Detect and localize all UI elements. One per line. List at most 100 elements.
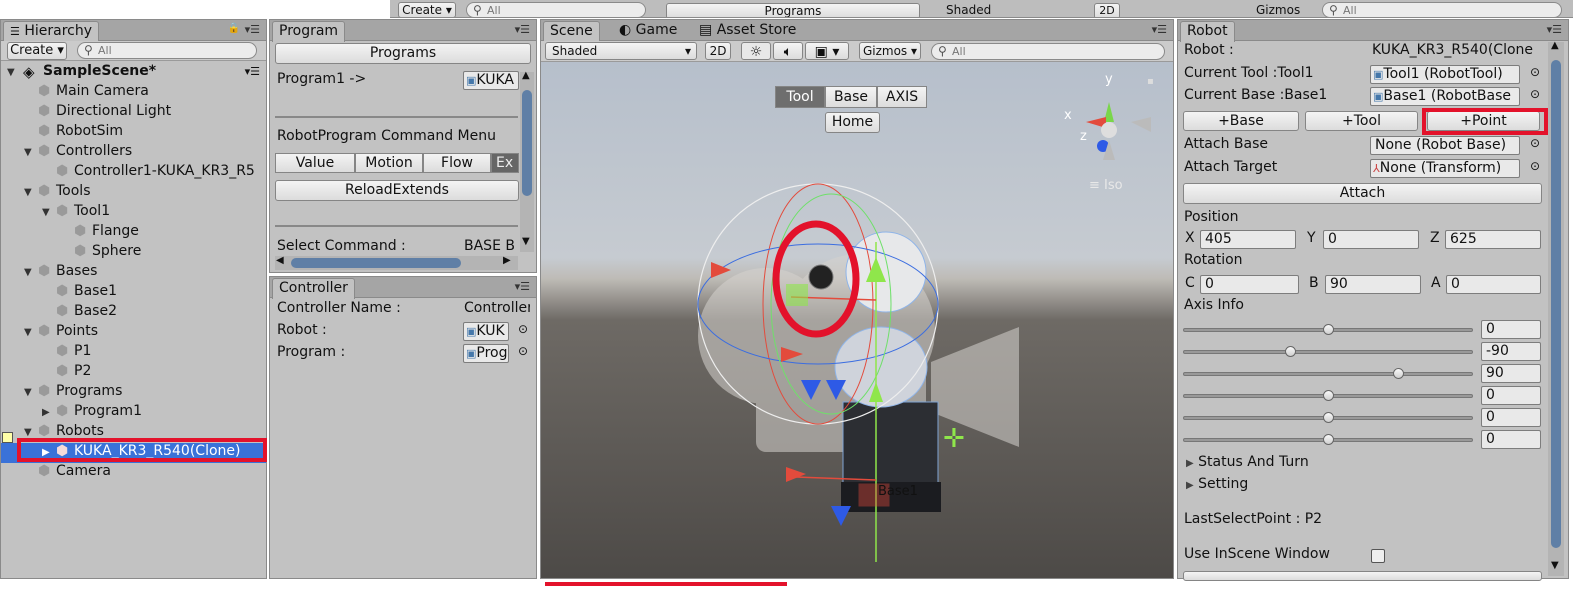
tab-hierarchy[interactable]: ☰ Hierarchy [3,21,99,42]
pos-z-field[interactable]: 625 [1445,230,1541,249]
lock-icon[interactable]: 🔒 [228,23,240,34]
attach-button[interactable]: Attach [1183,183,1542,204]
home-button[interactable]: Home [825,112,880,133]
scroll-left-icon[interactable]: ◀ [276,255,284,266]
command-tab[interactable]: Flow [423,153,491,173]
setting-foldout[interactable]: ▶ Setting [1186,476,1248,492]
rot-b-field[interactable]: 90 [1325,275,1421,294]
tab-menu-icon[interactable]: ▾☰ [515,280,530,293]
tab-program[interactable]: Program [272,21,346,42]
axis-value-field[interactable]: 0 [1481,408,1541,427]
axis-slider-knob[interactable] [1285,346,1297,357]
hierarchy-item[interactable]: ▶ ⬢ Program1 [1,403,266,423]
hierarchy-item[interactable]: ▼ ⬢ Bases [1,263,266,283]
program-vscrollbar[interactable]: ▲ ▼ [520,70,534,252]
object-picker-icon[interactable]: ⊙ [1530,159,1540,173]
axis-slider-knob[interactable] [1323,324,1334,335]
axis-value-field[interactable]: -90 [1481,342,1541,361]
create-button[interactable]: Create ▾ [7,42,67,60]
axis-slider-knob[interactable] [1392,368,1404,379]
hierarchy-item[interactable]: ▼ ⬢ Tools [1,183,266,203]
2d-toggle[interactable]: 2D [705,42,731,60]
reload-extends-button[interactable]: ReloadExtends [275,180,519,201]
axis-slider-track[interactable] [1183,372,1473,376]
tab-game[interactable]: ◐ Game [619,22,677,38]
audio-toggle[interactable]: 🔈︎ [773,42,803,60]
program-hscrollbar[interactable]: ◀ ▶ [275,255,518,270]
scroll-right-icon[interactable]: ▶ [503,255,511,266]
tab-menu-icon[interactable]: ▾☰ [1547,23,1562,36]
axis-slider-knob[interactable] [1323,390,1334,401]
bottom-button[interactable] [1183,571,1542,581]
scene-search-input[interactable]: All [931,43,1165,60]
expand-arrow-icon[interactable]: ▼ [24,147,32,158]
scroll-thumb[interactable] [1551,60,1561,548]
hierarchy-item[interactable]: ⬢ Flange [1,223,266,243]
hierarchy-item[interactable]: ▼ ⬢ Programs [1,383,266,403]
hierarchy-item[interactable]: ⬢ Controller1-KUKA_KR3_R5 [1,163,266,183]
scene-menu-icon[interactable]: ▾☰ [245,65,260,78]
hierarchy-item[interactable]: ▼ ⬢ Tool1 [1,203,266,223]
program1-field[interactable]: ▣KUKA [463,71,519,90]
top-shaded-label[interactable]: Shaded [946,3,991,17]
gizmos-dropdown[interactable]: Gizmos ▾ [859,42,921,60]
axis-slider-knob[interactable] [1323,412,1334,423]
current-base-field[interactable]: ▣Base1 (RobotBase [1370,87,1520,106]
scroll-thumb[interactable] [522,90,532,196]
add-base-button[interactable]: +Base [1183,111,1299,131]
top-programs-button[interactable]: Programs [666,3,920,17]
tab-menu-icon[interactable]: ▾☰ [515,23,530,36]
object-picker-icon[interactable]: ⊙ [1530,65,1540,79]
hierarchy-search-input[interactable]: All [77,42,257,59]
hierarchy-item[interactable]: ⬢ Base2 [1,303,266,323]
command-tab[interactable]: Value [275,153,355,173]
hierarchy-item[interactable]: ⬢ P1 [1,343,266,363]
axis-slider-knob[interactable] [1323,434,1334,445]
object-picker-icon[interactable]: ⊙ [518,344,528,358]
hierarchy-item[interactable]: ▼ ⬢ Controllers [1,143,266,163]
lighting-toggle[interactable]: ☼ [741,42,771,60]
scene-row[interactable]: ▼ ◈ SampleScene* ▾☰ [1,63,266,83]
scroll-up-icon[interactable]: ▲ [1551,40,1559,51]
attach-base-field[interactable]: None (Robot Base) [1370,136,1520,155]
attach-target-field[interactable]: ⅄None (Transform) [1370,159,1520,178]
scroll-down-icon[interactable]: ▼ [1551,560,1559,571]
object-picker-icon[interactable]: ⊙ [1530,87,1540,101]
iso-label[interactable]: ≡ Iso [1089,178,1123,193]
expand-arrow-icon[interactable]: ▼ [24,427,32,438]
hierarchy-item[interactable]: ⬢ Base1 [1,283,266,303]
top-2d-button[interactable]: 2D [1094,3,1120,17]
controller-robot-field[interactable]: ▣KUK [463,322,509,341]
tab-robot[interactable]: Robot [1180,21,1235,42]
expand-arrow-icon[interactable]: ▼ [7,67,15,78]
mode-tab[interactable]: Base [825,86,877,108]
axis-value-field[interactable]: 90 [1481,364,1541,383]
command-tab[interactable]: Ex [491,153,519,173]
tab-asset-store[interactable]: ▤ Asset Store [699,22,796,38]
pos-x-field[interactable]: 405 [1200,230,1296,249]
tab-scene[interactable]: Scene [543,21,600,42]
pos-y-field[interactable]: 0 [1323,230,1419,249]
axis-slider-track[interactable] [1183,350,1473,354]
expand-arrow-icon[interactable]: ▼ [24,327,32,338]
expand-arrow-icon[interactable]: ▼ [42,207,50,218]
expand-arrow-icon[interactable]: ▼ [24,187,32,198]
expand-arrow-icon[interactable]: ▼ [24,267,32,278]
top-gizmos-label[interactable]: Gizmos [1256,3,1300,17]
robot-vscrollbar[interactable]: ▲ ▼ [1548,40,1564,576]
add-tool-button[interactable]: +Tool [1305,111,1418,131]
mode-tab[interactable]: AXIS [877,86,927,108]
mode-tab[interactable]: Tool [775,86,825,108]
rot-a-field[interactable]: 0 [1446,275,1541,294]
hierarchy-item[interactable]: ⬢ Camera [1,463,266,483]
hscroll-thumb[interactable] [291,258,461,268]
tab-menu-icon[interactable]: ▾☰ [1152,23,1167,36]
axis-value-field[interactable]: 0 [1481,320,1541,339]
effects-toggle[interactable]: ▣ ▾ [805,42,849,60]
orientation-gizmo[interactable] [1086,102,1151,160]
top-search2-input[interactable]: All [1322,2,1562,17]
hierarchy-item[interactable]: ▼ ⬢ Points [1,323,266,343]
hierarchy-item[interactable]: ⬢ Main Camera [1,83,266,103]
hierarchy-item[interactable]: ⬢ Sphere [1,243,266,263]
hierarchy-item[interactable]: ⬢ P2 [1,363,266,383]
